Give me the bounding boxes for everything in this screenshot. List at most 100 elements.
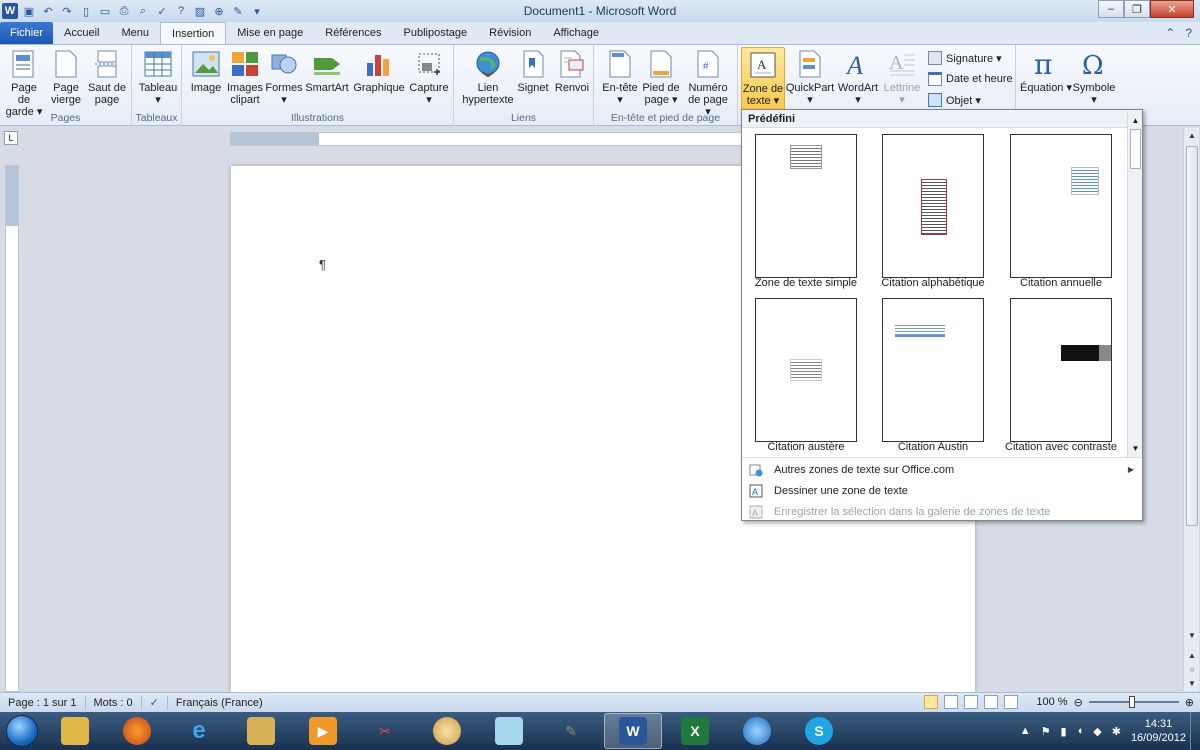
equation-button[interactable]: π Équation ▾: [1020, 49, 1072, 94]
tableau-button[interactable]: Tableau ▾: [136, 49, 180, 106]
vertical-ruler[interactable]: [5, 165, 19, 692]
picture-icon[interactable]: ▨: [192, 3, 208, 19]
open-folder-icon[interactable]: ▭: [97, 3, 113, 19]
image-button[interactable]: Image: [188, 49, 224, 94]
scroll-up-icon[interactable]: ▲: [1184, 128, 1200, 142]
gallery-scroll-thumb[interactable]: [1130, 129, 1141, 169]
proofing-icon[interactable]: ✓: [142, 695, 168, 710]
tab-revision[interactable]: Révision: [478, 22, 542, 44]
signature-button[interactable]: Signature ▾: [928, 51, 1002, 65]
help-icon[interactable]: ?: [1185, 26, 1192, 40]
gallery-item-zone-de-texte-simple[interactable]: Zone de texte simple: [742, 131, 862, 291]
redo-icon[interactable]: ↷: [59, 3, 75, 19]
language-indicator[interactable]: Français (France): [168, 696, 271, 710]
outline-view-icon[interactable]: [984, 695, 999, 709]
menu-item-dessiner-zone-de-texte[interactable]: A Dessiner une zone de texte: [742, 480, 1142, 501]
gallery-item-citation-austin[interactable]: Citation Austin: [869, 295, 989, 455]
print-icon[interactable]: ⎙: [116, 3, 132, 19]
maximize-button[interactable]: ❐: [1124, 0, 1150, 18]
page-vierge-button[interactable]: Page vierge: [48, 49, 84, 106]
gallery-scrollbar[interactable]: ▲ ▼: [1127, 111, 1142, 457]
taskbar-explorer[interactable]: [46, 713, 104, 749]
gallery-item-citation-austere[interactable]: Citation austère: [742, 295, 862, 455]
zoom-slider[interactable]: [1088, 696, 1179, 708]
security-icon[interactable]: ◆: [1093, 725, 1101, 738]
scroll-thumb[interactable]: [1186, 146, 1198, 526]
taskbar-globe-app[interactable]: [728, 713, 786, 749]
customize-qat-icon[interactable]: ▾: [249, 3, 265, 19]
tab-references[interactable]: Références: [314, 22, 392, 44]
page-de-garde-button[interactable]: Page de garde ▾: [4, 49, 44, 118]
smartart-button[interactable]: SmartArt: [304, 49, 350, 94]
menu-item-enregistrer-selection[interactable]: A Enregistrer la sélection dans la galer…: [742, 501, 1142, 522]
symbole-button[interactable]: Ω Symbole ▾: [1072, 49, 1116, 106]
taskbar-firefox[interactable]: [108, 713, 166, 749]
new-document-icon[interactable]: ▯: [78, 3, 94, 19]
gallery-item-citation-annuelle[interactable]: Citation annuelle: [997, 131, 1117, 291]
minimize-button[interactable]: –: [1098, 0, 1124, 18]
previous-page-icon[interactable]: ▲: [1184, 648, 1200, 662]
zoom-icon[interactable]: ⊕: [211, 3, 227, 19]
tab-selector-icon[interactable]: L: [4, 131, 18, 145]
graphique-button[interactable]: Graphique: [352, 49, 406, 94]
zoom-out-icon[interactable]: ⊖: [1074, 696, 1083, 709]
gallery-item-citation-alphabetique[interactable]: Citation alphabétique: [869, 131, 989, 291]
scroll-down-icon[interactable]: ▼: [1184, 628, 1200, 642]
numero-de-page-button[interactable]: # Numéro de page ▾: [684, 49, 732, 118]
tray-expand-icon[interactable]: ▲: [1020, 725, 1031, 737]
print-preview-icon[interactable]: ⌕: [135, 3, 151, 19]
format-painter-icon[interactable]: ✎: [230, 3, 246, 19]
close-button[interactable]: ✕: [1150, 0, 1194, 18]
taskbar-media-player[interactable]: ▶: [294, 713, 352, 749]
page-count[interactable]: Page : 1 sur 1: [0, 695, 86, 710]
taskbar-internet-explorer[interactable]: e: [170, 713, 228, 749]
zoom-slider-knob[interactable]: [1128, 696, 1135, 708]
undo-icon[interactable]: ↶: [40, 3, 56, 19]
en-tete-button[interactable]: En-tête ▾: [600, 49, 640, 106]
tab-publipostage[interactable]: Publipostage: [393, 22, 479, 44]
zoom-level[interactable]: 100 %: [1036, 696, 1067, 708]
formes-button[interactable]: Formes ▾: [265, 49, 303, 106]
horizontal-ruler[interactable]: [230, 132, 742, 146]
wordart-button[interactable]: A WordArt ▾: [836, 49, 880, 106]
date-et-heure-button[interactable]: Date et heure: [928, 72, 1013, 86]
gallery-scroll-up-icon[interactable]: ▲: [1128, 113, 1143, 127]
gallery-item-citation-avec-contraste[interactable]: Citation avec contraste: [997, 295, 1117, 455]
next-page-icon[interactable]: ▼: [1184, 676, 1200, 690]
volume-icon[interactable]: ◖: [1077, 725, 1084, 737]
tab-menu[interactable]: Menu: [110, 22, 160, 44]
lien-hypertexte-button[interactable]: Lien hypertexte: [458, 49, 518, 106]
full-screen-view-icon[interactable]: [944, 695, 959, 709]
saut-de-page-button[interactable]: Saut de page: [86, 49, 128, 106]
zoom-in-icon[interactable]: ⊕: [1185, 696, 1194, 709]
tab-affichage[interactable]: Affichage: [542, 22, 610, 44]
gallery-scroll-down-icon[interactable]: ▼: [1128, 441, 1143, 455]
quickpart-button[interactable]: QuickPart ▾: [786, 49, 834, 106]
word-count[interactable]: Mots : 0: [86, 695, 142, 710]
word-logo-icon[interactable]: W: [2, 3, 18, 19]
help-icon[interactable]: ?: [173, 3, 189, 19]
system-clock[interactable]: 14:31 16/09/2012: [1131, 717, 1186, 745]
taskbar-paint[interactable]: [418, 713, 476, 749]
objet-button[interactable]: Objet ▾: [928, 93, 981, 107]
taskbar-gimp[interactable]: ✎: [542, 713, 600, 749]
tab-insertion[interactable]: Insertion: [160, 22, 227, 44]
taskbar-skype[interactable]: S: [790, 713, 848, 749]
spelling-icon[interactable]: ✓: [154, 3, 170, 19]
capture-button[interactable]: Capture ▾: [408, 49, 450, 106]
signet-button[interactable]: Signet: [516, 49, 550, 94]
browse-object-icon[interactable]: ○: [1184, 662, 1200, 676]
print-layout-view-icon[interactable]: [924, 695, 939, 709]
menu-item-autres-zones-office[interactable]: Autres zones de texte sur Office.com ▶: [742, 459, 1142, 480]
lettrine-button[interactable]: A Lettrine ▾: [882, 49, 922, 106]
tab-accueil[interactable]: Accueil: [53, 22, 110, 44]
taskbar-excel[interactable]: X: [666, 713, 724, 749]
flag-icon[interactable]: ⚑: [1041, 725, 1051, 738]
taskbar-notepad[interactable]: [480, 713, 538, 749]
draft-view-icon[interactable]: [1004, 695, 1019, 709]
tab-mise-en-page[interactable]: Mise en page: [226, 22, 314, 44]
renvoi-button[interactable]: Renvoi: [554, 49, 590, 94]
bluetooth-icon[interactable]: ✱: [1112, 725, 1121, 738]
pied-de-page-button[interactable]: Pied de page ▾: [640, 49, 682, 106]
taskbar-word[interactable]: W: [604, 713, 662, 749]
